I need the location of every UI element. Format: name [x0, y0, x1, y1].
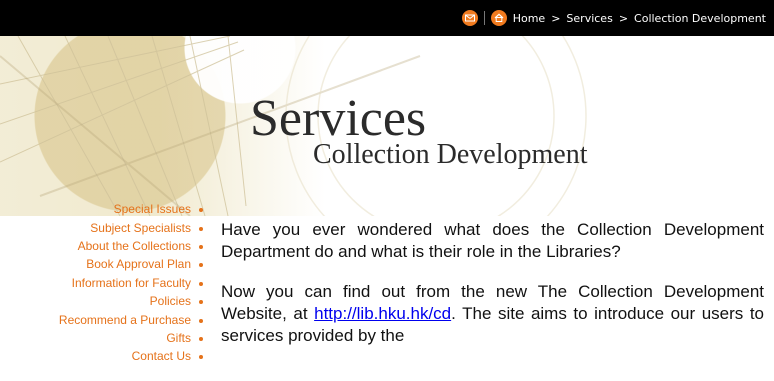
bullet-icon — [199, 336, 203, 341]
sidebar-item-label: Policies — [149, 294, 191, 309]
bullet-icon — [199, 208, 203, 213]
breadcrumb-current: Collection Development — [634, 11, 766, 25]
sidebar-item-book-approval-plan[interactable]: Book Approval Plan — [0, 255, 210, 273]
bullet-icon — [199, 281, 203, 286]
sidebar-item-label: Recommend a Purchase — [58, 312, 191, 327]
breadcrumb-separator: > — [618, 11, 629, 25]
page-title-block: Services Collection Development — [250, 93, 700, 188]
page-title: Services — [250, 90, 427, 147]
sidebar-item-information-for-faculty[interactable]: Information for Faculty — [0, 274, 210, 292]
collection-development-link[interactable]: http://lib.hku.hk/cd — [314, 304, 451, 323]
bullet-icon — [199, 226, 203, 231]
sidebar-item-label: About the Collections — [77, 238, 191, 253]
bullet-icon — [199, 355, 203, 360]
mail-icon[interactable] — [461, 10, 478, 26]
sidebar-item-policies[interactable]: Policies — [0, 292, 210, 310]
sidebar-item-label: Gifts — [166, 330, 191, 345]
bullet-icon — [199, 300, 203, 305]
breadcrumb-separator: > — [551, 11, 561, 25]
sidebar-item-label: Book Approval Plan — [86, 257, 191, 272]
breadcrumb-services[interactable]: Services — [566, 12, 612, 25]
intro-paragraph: Have you ever wondered what does the Col… — [221, 220, 764, 261]
sidebar-item-special-issues[interactable]: Special Issues — [0, 200, 210, 218]
sidebar-item-gifts[interactable]: Gifts — [0, 329, 210, 347]
sidebar-item-label: Special Issues — [113, 202, 191, 217]
icon-divider — [483, 11, 485, 25]
sidebar-item-contact-us[interactable]: Contact Us — [0, 347, 210, 365]
home-icon[interactable] — [490, 10, 507, 26]
sidebar-item-label: Contact Us — [131, 349, 191, 364]
sidebar-item-label: Information for Faculty — [71, 275, 191, 290]
page-subtitle: Collection Development — [313, 139, 588, 170]
sidebar-item-about-the-collections[interactable]: About the Collections — [0, 237, 210, 255]
top-nav: Home > Services > Collection Development — [461, 8, 766, 28]
bullet-icon — [199, 244, 203, 249]
top-bar: Home > Services > Collection Development — [0, 0, 774, 36]
sidebar-nav: Special Issues Subject Specialists About… — [0, 200, 210, 366]
breadcrumb-home[interactable]: Home — [513, 12, 545, 25]
sidebar-item-recommend-a-purchase[interactable]: Recommend a Purchase — [0, 310, 210, 328]
bullet-icon — [199, 318, 203, 323]
bullet-icon — [199, 263, 203, 268]
sidebar-item-label: Subject Specialists — [90, 220, 191, 235]
sidebar-item-subject-specialists[interactable]: Subject Specialists — [0, 218, 210, 236]
website-paragraph: Now you can find out from the new The Co… — [221, 281, 764, 347]
main-content: Have you ever wondered what does the Col… — [221, 219, 764, 365]
